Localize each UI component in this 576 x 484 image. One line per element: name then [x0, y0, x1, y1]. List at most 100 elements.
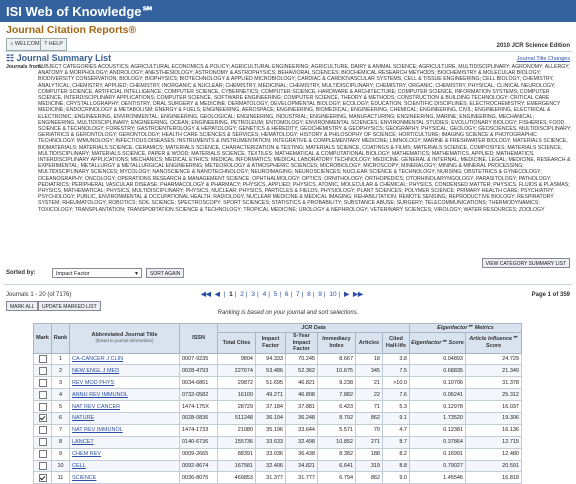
first-page-icon[interactable]: ◀◀ — [201, 291, 211, 298]
total-cites-cell: 155736 — [217, 435, 256, 449]
mark-checkbox[interactable] — [38, 426, 47, 435]
five-year-impact-cell: 36.438 — [285, 447, 318, 461]
immediacy-cell: 6.641 — [317, 459, 356, 473]
mark-checkbox[interactable] — [38, 450, 47, 459]
journal-title-link[interactable]: SCIENCE — [69, 471, 180, 484]
mark-checkbox[interactable] — [38, 390, 47, 399]
journal-title-link[interactable]: NAT REV IMMUNOL — [69, 423, 180, 437]
journal-title-link[interactable]: ANNU REV IMMUNOL — [69, 388, 180, 402]
table-row: 1 CA-CANCER J CLIN 0007-9235 9804 94.333 70.2… — [33, 352, 522, 366]
total-cites-cell: 167581 — [217, 459, 256, 473]
issn-cell: 1474-175X — [179, 400, 218, 413]
col-title-sub: (linked to journal information) — [95, 338, 154, 344]
mark-cell — [33, 459, 52, 473]
mark-checkbox[interactable] — [38, 402, 47, 411]
article-influence-cell: 19.306 — [465, 411, 522, 425]
col-title[interactable]: Abbreviated Journal Title (linked to jou… — [69, 323, 180, 354]
page-link-4[interactable]: 4 — [263, 291, 267, 298]
immediacy-cell: 8.667 — [317, 352, 356, 366]
mark-checkbox[interactable] — [38, 378, 47, 387]
total-cites-cell: 28729 — [217, 400, 256, 413]
journal-title-link[interactable]: NAT REV CANCER — [69, 400, 180, 413]
chevron-down-icon: ▼ — [134, 271, 139, 277]
sort-select[interactable]: Impact Factor ▼ — [52, 268, 142, 278]
sort-again-button[interactable]: SORT AGAIN — [146, 268, 185, 278]
article-influence-cell: 24.729 — [465, 352, 522, 366]
mark-cell — [33, 388, 52, 402]
rank-cell: 6 — [51, 411, 70, 425]
page-link-3[interactable]: 3 — [251, 291, 255, 298]
summary-title: Journal Summary List — [16, 53, 112, 63]
article-influence-cell: 16.136 — [465, 423, 522, 437]
pagination: ◀◀ ◀ | 1 | 2 | 3 | 4 | 5 | 6 | 7 | 8 | 9 | 10 | ▶ … — [200, 290, 364, 298]
col-articles[interactable]: Articles — [355, 332, 383, 354]
col-mark: Mark — [33, 323, 52, 354]
mark-cell — [33, 376, 52, 390]
brand-title: ISI Web of Knowledge℠ — [6, 4, 155, 19]
prev-page-icon[interactable]: ◀ — [215, 291, 220, 298]
issn-cell: 0140-6736 — [179, 435, 218, 449]
half-life-cell: 8.7 — [382, 435, 410, 449]
journal-title-link[interactable]: CHEM REV — [69, 447, 180, 461]
articles-cell: 862 — [355, 471, 383, 484]
page-link-5[interactable]: 5 — [274, 291, 278, 298]
articles-cell: 345 — [355, 364, 383, 378]
jcr-data-group: JCR Data — [217, 323, 410, 333]
col-eigenfactor[interactable]: Eigenfactor℠ Score — [409, 332, 466, 354]
immediacy-cell: 7.882 — [317, 388, 356, 402]
help-button[interactable]: ? HELP — [40, 38, 67, 51]
half-life-cell: 9.0 — [382, 471, 410, 484]
col-article-influence[interactable]: Article Influence℠ Score — [465, 332, 522, 354]
col-impact-factor[interactable]: Impact Factor — [255, 332, 286, 354]
last-page-icon[interactable]: ▶▶ — [353, 291, 363, 298]
journal-title-link[interactable]: CA-CANCER J CLIN — [69, 352, 180, 366]
page-link-10[interactable]: 10 — [329, 291, 336, 298]
mark-checkbox[interactable] — [38, 414, 47, 423]
journal-title-link[interactable]: REV MOD PHYS — [69, 376, 180, 390]
total-cites-cell: 88391 — [217, 447, 256, 461]
five-year-impact-cell: 52.362 — [285, 364, 318, 378]
edition-label: 2010 JCR Science Edition — [496, 43, 570, 49]
col-five-year-impact[interactable]: 5-Year Impact Factor — [285, 332, 318, 354]
immediacy-cell: 9.238 — [317, 376, 356, 390]
page-title: ☷ Journal Summary List — [6, 53, 111, 64]
journal-title-link[interactable]: LANCET — [69, 435, 180, 449]
articles-cell: 70 — [355, 423, 383, 437]
half-life-cell: 3.8 — [382, 352, 410, 366]
page-link-9[interactable]: 9 — [318, 291, 322, 298]
articles-cell: 22 — [355, 388, 383, 402]
eigenfactor-group: Eigenfactor℠ Metrics — [409, 323, 522, 333]
next-page-icon[interactable]: ▶ — [344, 291, 349, 298]
col-total-cites[interactable]: Total Cites — [217, 332, 256, 354]
articles-cell: 18 — [355, 352, 383, 366]
journal-title-link[interactable]: NATURE — [69, 411, 180, 425]
page-link-6[interactable]: 6 — [285, 291, 289, 298]
immediacy-cell: 10.852 — [317, 435, 356, 449]
rank-cell: 8 — [51, 435, 70, 449]
pager-sep: | — [338, 291, 341, 298]
five-year-impact-cell: 32.498 — [285, 435, 318, 449]
pager-sep: | — [312, 291, 315, 298]
col-immediacy[interactable]: Immediacy Index — [317, 332, 356, 354]
page-link-7[interactable]: 7 — [296, 291, 300, 298]
pager-sep: | — [257, 291, 259, 298]
col-half-life[interactable]: Cited Half-life — [382, 332, 410, 354]
journal-title-link[interactable]: CELL — [69, 459, 180, 473]
half-life-cell: 4.7 — [382, 423, 410, 437]
title-changes-link[interactable]: Journal Title Changes — [517, 56, 570, 62]
mark-checkbox[interactable] — [38, 461, 47, 470]
mark-checkbox[interactable] — [38, 366, 47, 375]
journal-title-link[interactable]: NEW ENGL J MED — [69, 364, 180, 378]
mark-checkbox[interactable] — [38, 438, 47, 447]
mark-checkbox[interactable] — [38, 354, 47, 363]
mark-checkbox[interactable] — [38, 473, 47, 482]
page-link-8[interactable]: 8 — [307, 291, 311, 298]
article-influence-cell: 21.349 — [465, 364, 522, 378]
eigenfactor-cell: 0.68835 — [409, 364, 466, 378]
sort-label: Sorted by: — [6, 270, 36, 276]
page-link-2[interactable]: 2 — [240, 291, 244, 298]
home-icon: ⌂ — [10, 41, 14, 47]
total-cites-cell: 21080 — [217, 423, 256, 437]
view-category-summary-button[interactable]: VIEW CATEGORY SUMMARY LIST — [481, 258, 570, 268]
page-link-1[interactable]: 1 — [229, 291, 233, 298]
